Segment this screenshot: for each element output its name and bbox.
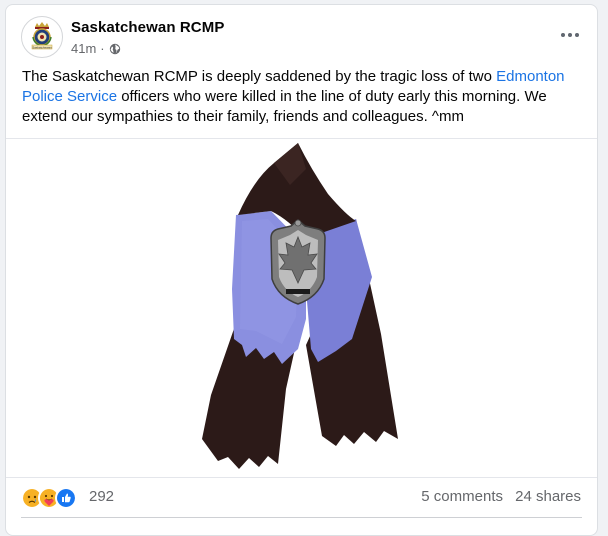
- like-reaction-icon: [55, 487, 77, 509]
- mourning-ribbon-image: [202, 143, 398, 469]
- globe-icon[interactable]: [109, 43, 121, 55]
- more-dot-icon: [575, 33, 579, 37]
- reaction-count[interactable]: 292: [89, 488, 114, 505]
- post-meta: 41m ·: [71, 41, 121, 56]
- post-header: Saskatchewan Saskatchewan RCMP 41m ·: [6, 5, 597, 65]
- stats-divider: [21, 517, 582, 518]
- avatar-caption: Saskatchewan: [32, 45, 52, 49]
- page-avatar[interactable]: Saskatchewan: [21, 16, 63, 58]
- reactions-summary[interactable]: [21, 487, 77, 509]
- post-text-part: The Saskatchewan RCMP is deeply saddened…: [22, 68, 497, 85]
- post-card: Saskatchewan Saskatchewan RCMP 41m · The…: [5, 4, 598, 536]
- post-message: The Saskatchewan RCMP is deeply saddened…: [22, 67, 582, 127]
- more-options-button[interactable]: [557, 27, 583, 43]
- timestamp-link[interactable]: 41m: [71, 41, 96, 56]
- more-dot-icon: [561, 33, 565, 37]
- police-badge: [270, 219, 326, 305]
- post-photo[interactable]: [6, 138, 597, 478]
- comments-count-link[interactable]: 5 comments: [421, 488, 503, 505]
- more-dot-icon: [568, 33, 572, 37]
- shares-count-link[interactable]: 24 shares: [515, 488, 581, 505]
- post-stats: 292 5 comments 24 shares: [6, 481, 597, 511]
- page-name-link[interactable]: Saskatchewan RCMP: [71, 19, 224, 36]
- rcmp-crest-icon: Saskatchewan: [31, 22, 53, 49]
- meta-separator: ·: [100, 41, 105, 56]
